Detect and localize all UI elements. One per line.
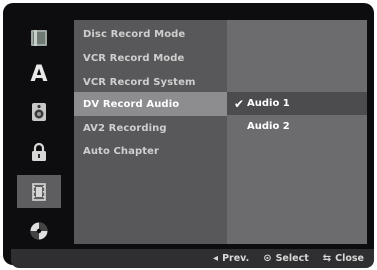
menu-item-vcr-record-mode[interactable]: VCR Record Mode	[74, 46, 227, 70]
setup-menu-screen: A Disc Record Mode VCR Record Mode VCR R…	[3, 3, 374, 268]
close-hint[interactable]: ⇆ Close	[323, 253, 364, 264]
category-icon-column: A	[17, 17, 61, 247]
icon-cell-others[interactable]	[17, 214, 61, 247]
audio-speaker-icon	[32, 102, 46, 121]
option-audio-1[interactable]: ✔ Audio 1	[227, 92, 367, 115]
menu-item-av2-recording[interactable]: AV2 Recording	[74, 116, 227, 140]
disc-icon	[31, 29, 47, 46]
others-disc-icon	[30, 222, 48, 239]
select-hint[interactable]: ⊙ Select	[263, 253, 309, 264]
menu-item-vcr-record-system[interactable]: VCR Record System	[74, 70, 227, 94]
icon-cell-language[interactable]: A	[17, 58, 61, 91]
icon-cell-audio[interactable]	[17, 95, 61, 128]
prev-label: Prev.	[222, 253, 250, 264]
checkmark-icon: ✔	[233, 96, 245, 111]
menu-list-panel: Disc Record Mode VCR Record Mode VCR Rec…	[74, 20, 227, 244]
lock-icon	[32, 142, 46, 161]
left-arrow-icon: ◂	[213, 253, 219, 264]
option-label: Audio 2	[247, 121, 290, 132]
record-film-icon	[32, 182, 46, 201]
option-audio-2[interactable]: Audio 2	[227, 115, 367, 138]
menu-item-dv-record-audio[interactable]: DV Record Audio	[74, 92, 227, 116]
menu-item-disc-record-mode[interactable]: Disc Record Mode	[74, 22, 227, 46]
select-label: Select	[275, 253, 309, 264]
prev-hint[interactable]: ◂ Prev.	[213, 253, 249, 264]
return-button-icon: ⇆	[322, 253, 332, 264]
language-icon: A	[30, 61, 48, 87]
icon-cell-record[interactable]	[17, 175, 61, 208]
menu-item-auto-chapter[interactable]: Auto Chapter	[74, 139, 227, 163]
enter-button-icon: ⊙	[263, 253, 272, 264]
icon-cell-lock[interactable]	[17, 135, 61, 168]
option-label: Audio 1	[247, 98, 290, 109]
icon-cell-disc[interactable]	[17, 21, 61, 54]
options-panel: ✔ Audio 1 Audio 2	[227, 20, 367, 244]
navigation-hint-bar: ◂ Prev. ⊙ Select ⇆ Close	[11, 249, 374, 268]
close-label: Close	[335, 253, 364, 264]
